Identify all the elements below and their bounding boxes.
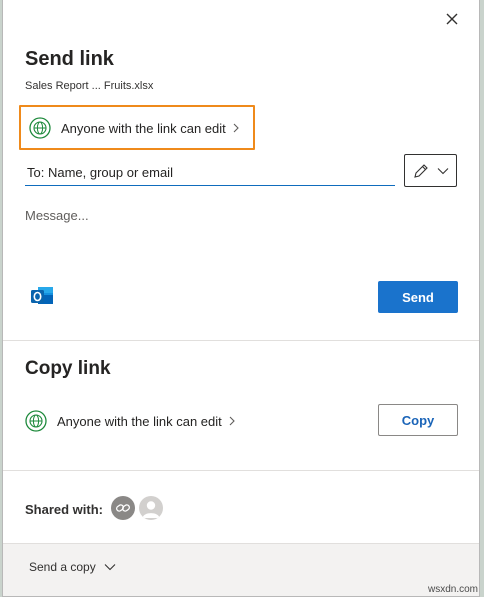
chevron-right-icon	[229, 416, 235, 426]
globe-icon	[29, 117, 51, 139]
copy-link-permission[interactable]: Anyone with the link can edit	[25, 410, 236, 432]
recipient-input[interactable]	[25, 160, 395, 186]
send-a-copy-dropdown[interactable]: Send a copy	[29, 560, 116, 574]
section-divider	[3, 340, 479, 341]
file-name: Sales Report ... Fruits.xlsx	[25, 80, 154, 92]
permission-label: Anyone with the link can edit	[61, 120, 226, 136]
send-link-title: Send link	[25, 48, 114, 70]
chevron-right-icon	[233, 123, 239, 133]
outlook-icon[interactable]	[29, 283, 55, 309]
link-avatar-icon[interactable]	[111, 496, 135, 520]
send-button[interactable]: Send	[378, 281, 458, 313]
watermark: wsxdn.com	[427, 584, 478, 595]
share-dialog: Send link Sales Report ... Fruits.xlsx A…	[2, 0, 480, 597]
chevron-down-icon	[104, 564, 116, 571]
copy-button[interactable]: Copy	[378, 404, 458, 436]
chevron-down-icon	[437, 167, 449, 174]
close-icon[interactable]	[443, 10, 461, 28]
copy-link-title: Copy link	[25, 358, 111, 379]
globe-icon	[25, 410, 47, 432]
permission-label: Anyone with the link can edit	[57, 413, 222, 429]
pencil-icon	[414, 163, 428, 178]
message-input[interactable]	[25, 208, 457, 268]
edit-permission-dropdown[interactable]	[404, 154, 457, 187]
shared-with-label: Shared with:	[25, 502, 104, 517]
person-avatar-icon[interactable]	[139, 496, 163, 520]
send-a-copy-label: Send a copy	[29, 560, 96, 574]
dialog-footer: Send a copy	[3, 543, 479, 596]
section-divider	[3, 470, 479, 471]
send-link-permission[interactable]: Anyone with the link can edit	[29, 117, 240, 139]
